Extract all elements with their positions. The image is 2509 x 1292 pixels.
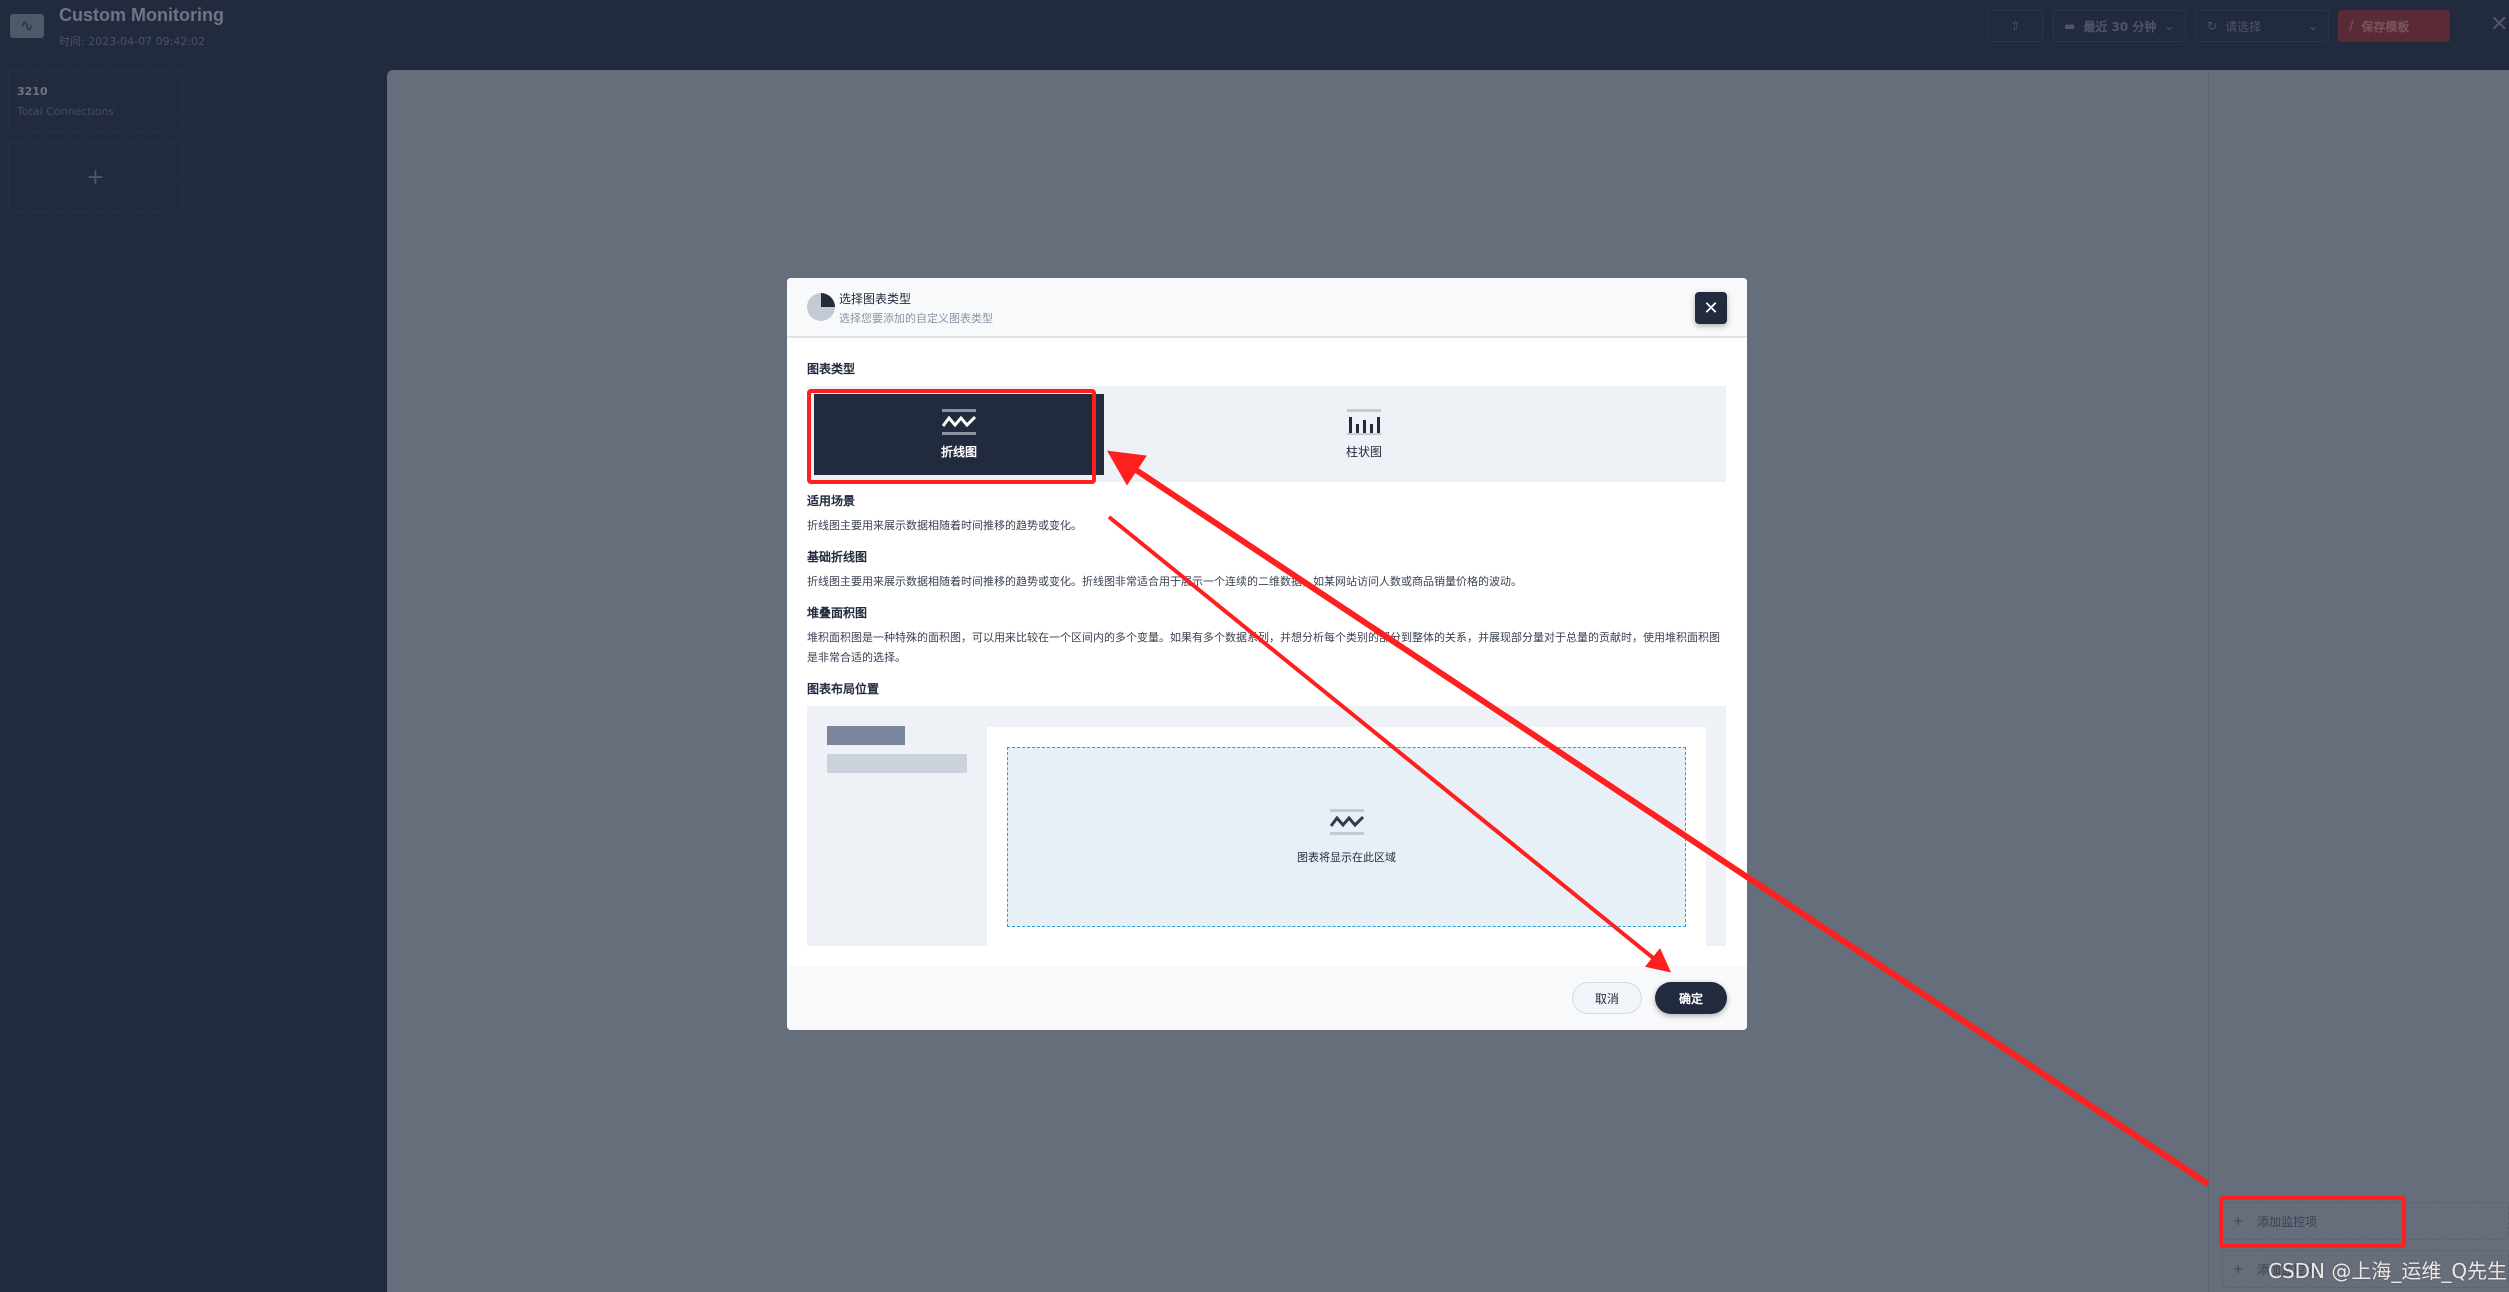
save-template-button[interactable]: / 保存模板 bbox=[2338, 10, 2450, 42]
add-card-button[interactable]: + bbox=[8, 142, 183, 212]
close-icon[interactable]: ✕ bbox=[2490, 12, 2508, 37]
placeholder-text: 图表将显示在此区域 bbox=[1297, 851, 1396, 864]
dialog-footer: 取消 确定 bbox=[787, 966, 1747, 1030]
stat-value: 3210 bbox=[17, 85, 48, 98]
layout-title: 图表布局位置 bbox=[807, 682, 880, 696]
chart-type-label: 图表类型 bbox=[807, 362, 856, 376]
right-panel bbox=[2208, 70, 2509, 1292]
refresh-icon: ↻ bbox=[2207, 19, 2218, 33]
annotation-box-add-monitor bbox=[2219, 1196, 2406, 1248]
timestamp: 时间: 2023-04-07 09:42:02 bbox=[59, 35, 206, 48]
time-range-select[interactable]: ▬ 最近 30 分钟 ⌄ bbox=[2053, 10, 2186, 42]
dialog-subtitle: 选择您要添加的自定义图表类型 bbox=[839, 312, 993, 325]
annotation-box-line-chart bbox=[807, 389, 1096, 484]
stacked-area-title: 堆叠面积图 bbox=[807, 606, 868, 620]
confirm-button[interactable]: 确定 bbox=[1655, 982, 1727, 1014]
refresh-select[interactable]: ↻ 请选择 ⌄ bbox=[2196, 10, 2329, 42]
scene-text: 折线图主要用来展示数据相随着时间推移的趋势或变化。 bbox=[807, 519, 1082, 532]
chart-drop-area: 图表将显示在此区域 bbox=[1007, 747, 1686, 927]
plus-icon: + bbox=[2233, 1262, 2244, 1276]
scene-title: 适用场景 bbox=[807, 494, 856, 508]
sidebar: 3210 Total Connections + bbox=[0, 70, 387, 1292]
share-button[interactable]: ⇧ bbox=[1988, 10, 2043, 42]
line-chart-icon bbox=[1329, 809, 1364, 835]
pulse-logo-icon: ∿ bbox=[10, 14, 44, 38]
stat-card[interactable]: 3210 Total Connections bbox=[8, 70, 183, 133]
cancel-button[interactable]: 取消 bbox=[1572, 982, 1642, 1014]
layout-preview: 图表将显示在此区域 bbox=[807, 706, 1726, 946]
page-title: Custom Monitoring bbox=[59, 5, 224, 25]
chart-type-bar[interactable]: 柱状图 bbox=[1219, 394, 1509, 475]
pie-chart-icon bbox=[807, 293, 835, 321]
calendar-icon: ▬ bbox=[2064, 19, 2076, 33]
share-icon: ⇧ bbox=[2010, 19, 2021, 33]
chevron-down-icon: ⌄ bbox=[2307, 19, 2318, 33]
plus-icon: + bbox=[86, 165, 105, 190]
save-label: 保存模板 bbox=[2361, 19, 2410, 34]
layout-content: 图表将显示在此区域 bbox=[987, 727, 1706, 946]
top-bar: ∿ Custom Monitoring 时间: 2023-04-07 09:42… bbox=[0, 0, 2509, 70]
chevron-down-icon: ⌄ bbox=[2164, 19, 2175, 33]
time-range-value: 最近 30 分钟 bbox=[2083, 19, 2157, 34]
stat-label: Total Connections bbox=[17, 105, 115, 118]
layout-block bbox=[827, 726, 905, 745]
edit-icon: / bbox=[2349, 19, 2354, 33]
bar-chart-icon bbox=[1347, 409, 1381, 435]
dialog-title: 选择图表类型 bbox=[839, 292, 912, 306]
dialog-close-button[interactable]: ✕ bbox=[1695, 292, 1727, 324]
basic-line-text: 折线图主要用来展示数据相随着时间推移的趋势或变化。折线图非常适合用于展示一个连续… bbox=[807, 575, 1522, 588]
refresh-placeholder: 请选择 bbox=[2225, 19, 2262, 34]
dialog-header: 选择图表类型 选择您要添加的自定义图表类型 ✕ bbox=[787, 278, 1747, 338]
layout-block bbox=[827, 754, 967, 773]
chart-type-label-bar: 柱状图 bbox=[1345, 445, 1382, 459]
watermark: CSDN @上海_运维_Q先生 bbox=[2268, 1259, 2508, 1283]
stacked-area-text: 堆积面积图是一种特殊的面积图，可以用来比较在一个区间内的多个变量。如果有多个数据… bbox=[807, 631, 1720, 664]
basic-line-title: 基础折线图 bbox=[807, 550, 868, 564]
